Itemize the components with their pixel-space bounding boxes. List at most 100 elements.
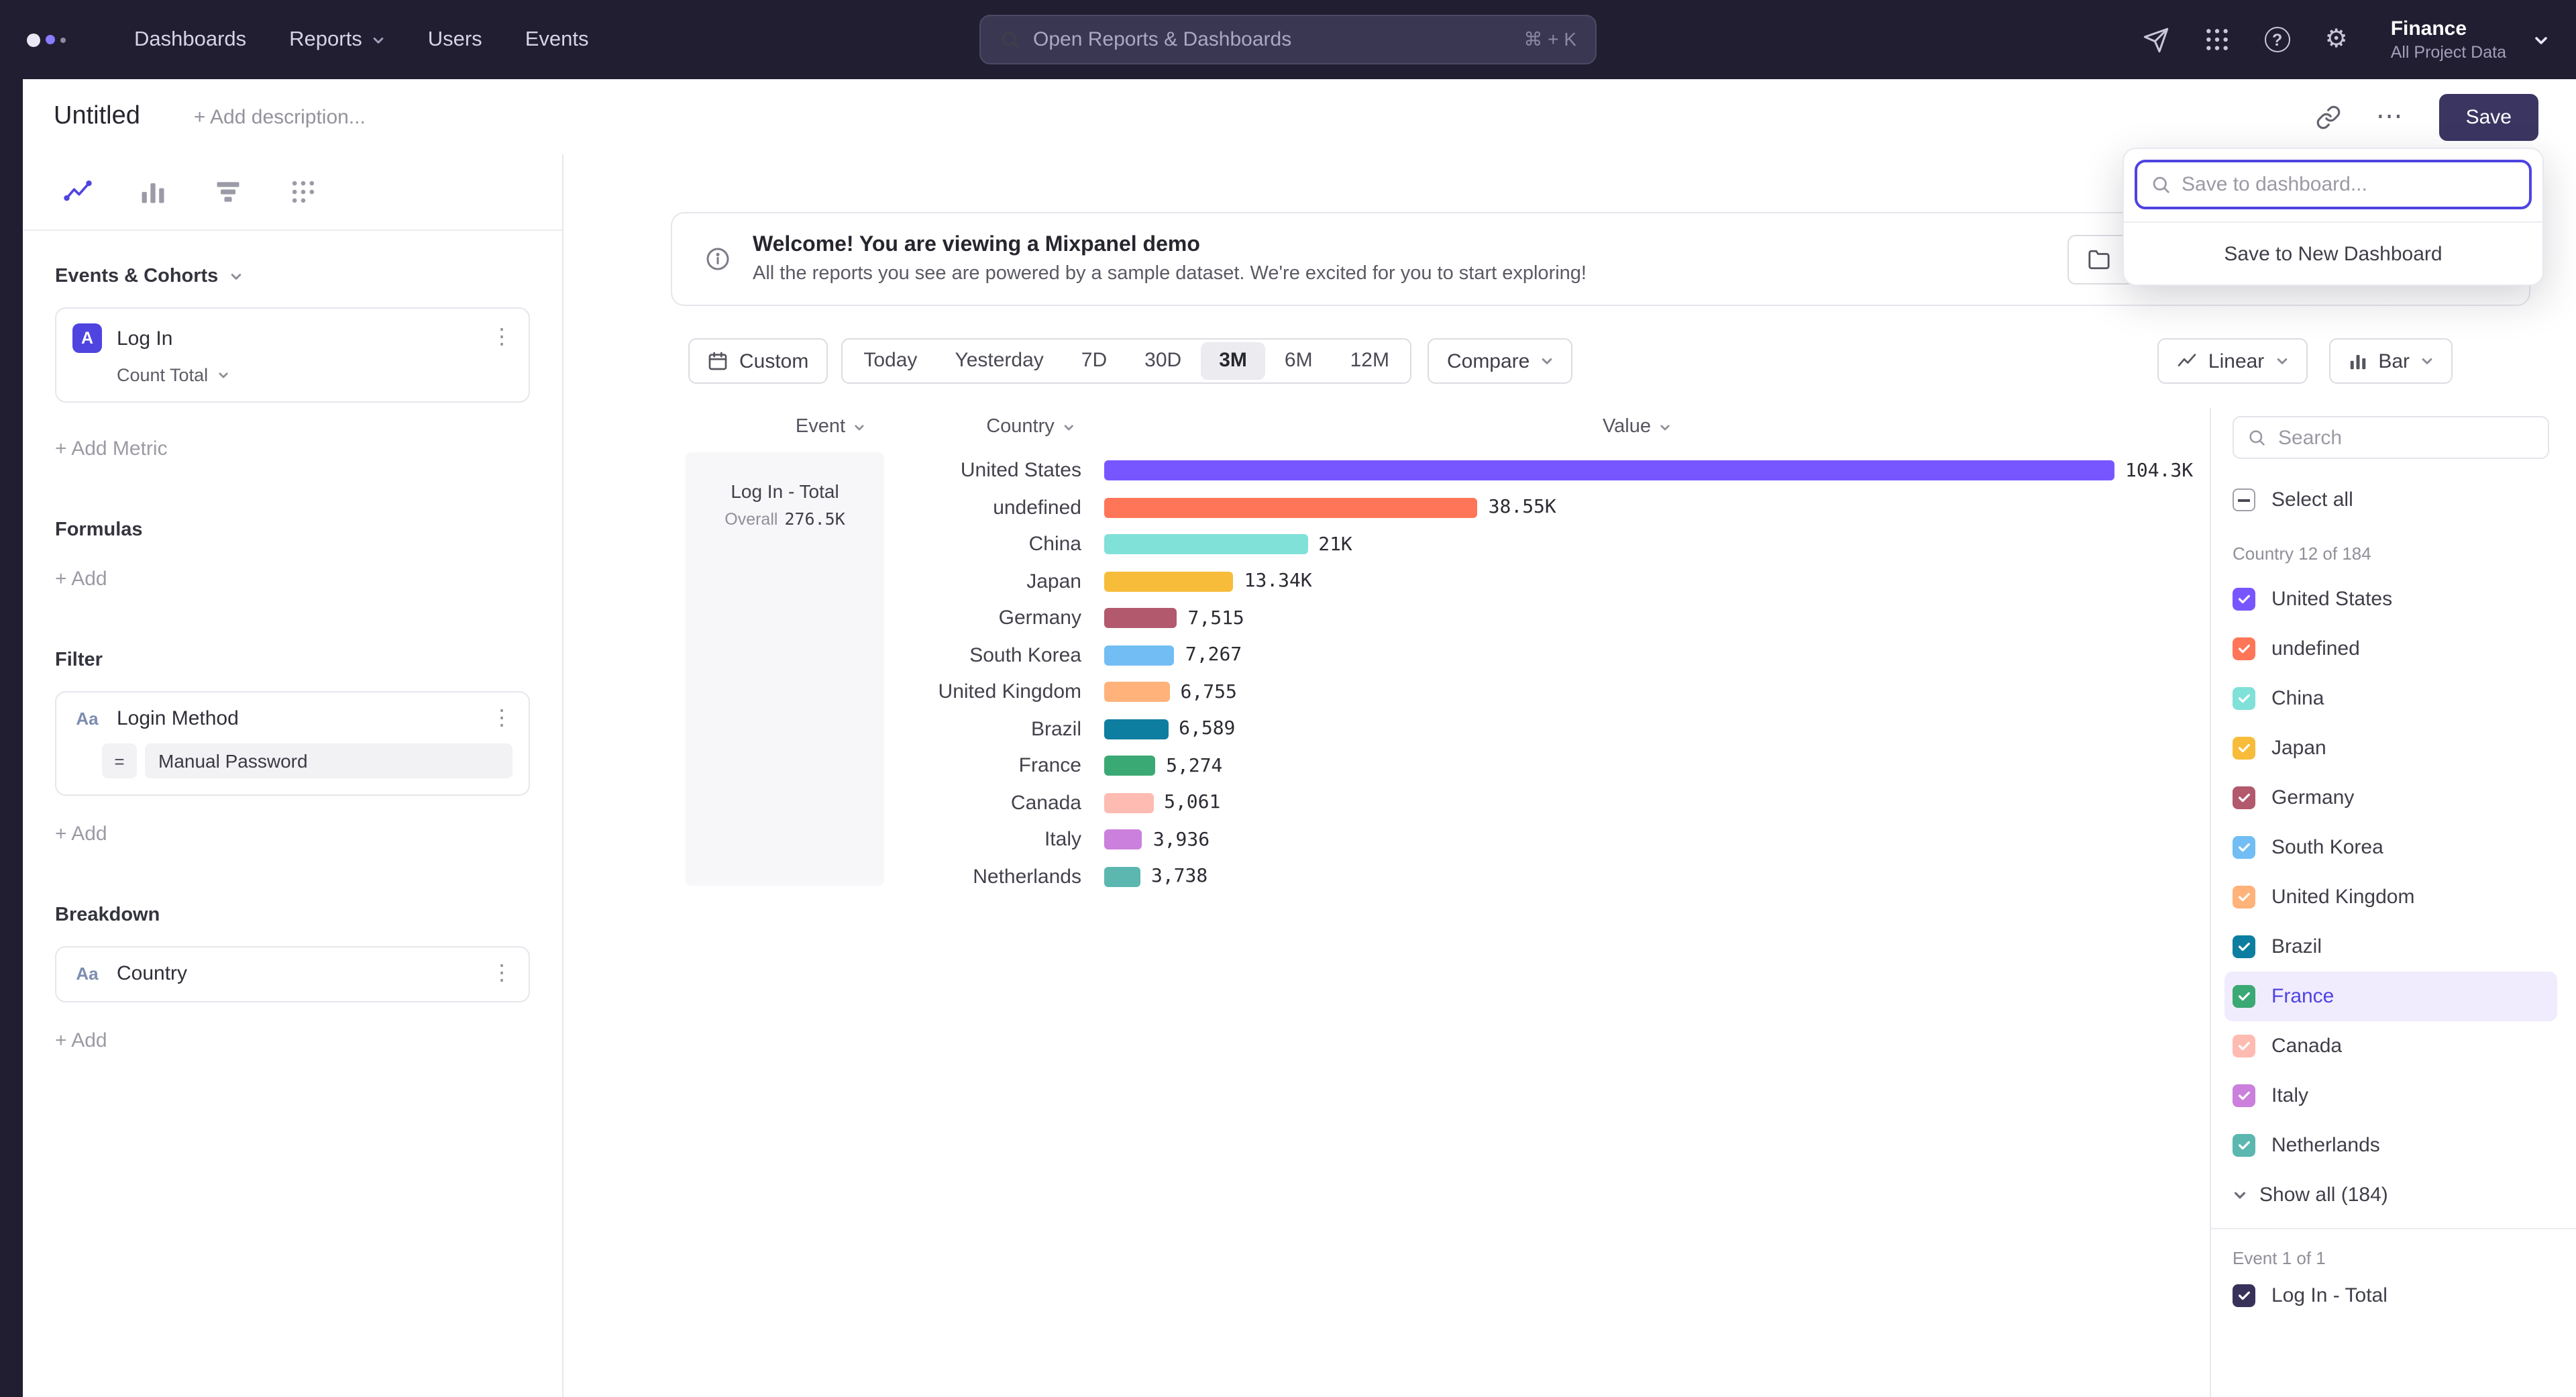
retention-grid-icon[interactable]	[288, 177, 318, 207]
add-formula-button[interactable]: + Add	[55, 568, 530, 590]
range-3m-selected[interactable]: 3M	[1200, 342, 1266, 380]
range-yesterday[interactable]: Yesterday	[936, 342, 1062, 380]
event-name[interactable]: Log In	[117, 327, 172, 350]
filter-property-name[interactable]: Login Method	[117, 707, 239, 730]
filter-card[interactable]: Aa Login Method ⋮ = Manual Password	[55, 691, 530, 796]
select-all-row[interactable]: Select all	[2233, 488, 2549, 511]
bar[interactable]	[1104, 535, 1307, 555]
legend-country-row[interactable]: China	[2224, 674, 2557, 723]
bar[interactable]	[1104, 609, 1177, 629]
save-to-new-dashboard-option[interactable]: Save to New Dashboard	[2124, 223, 2542, 284]
save-button[interactable]: Save	[2439, 93, 2538, 140]
bar-category-label[interactable]: Germany	[564, 607, 1081, 630]
bar-category-label[interactable]: Brazil	[564, 718, 1081, 741]
copy-link-icon[interactable]	[2316, 104, 2341, 130]
bar-category-label[interactable]: South Korea	[564, 644, 1081, 667]
bar[interactable]	[1104, 793, 1153, 813]
range-today[interactable]: Today	[845, 342, 936, 380]
country-checkbox[interactable]	[2233, 1035, 2255, 1057]
country-checkbox[interactable]	[2233, 935, 2255, 958]
legend-search-input[interactable]: Search	[2233, 416, 2549, 459]
events-cohorts-header[interactable]: Events & Cohorts	[55, 266, 530, 287]
kebab-menu-icon[interactable]: ⋮	[491, 327, 513, 349]
chart-type-selector[interactable]: Bar	[2328, 338, 2453, 384]
legend-country-row[interactable]: undefined	[2224, 624, 2557, 674]
country-checkbox[interactable]	[2233, 588, 2255, 611]
bar-chart-icon[interactable]	[138, 177, 168, 207]
legend-country-row[interactable]: Germany	[2224, 773, 2557, 823]
kebab-menu-icon[interactable]: ⋮	[491, 708, 513, 729]
breakdown-card[interactable]: Aa Country ⋮	[55, 946, 530, 1002]
country-checkbox[interactable]	[2233, 637, 2255, 660]
legend-country-row[interactable]: Italy	[2224, 1071, 2557, 1121]
range-7d[interactable]: 7D	[1063, 342, 1126, 380]
breakdown-property-name[interactable]: Country	[117, 962, 187, 985]
country-checkbox[interactable]	[2233, 836, 2255, 859]
country-checkbox[interactable]	[2233, 1084, 2255, 1107]
column-header-value[interactable]: Value	[1603, 416, 1671, 437]
add-metric-button[interactable]: + Add Metric	[55, 437, 530, 460]
country-checkbox[interactable]	[2233, 687, 2255, 710]
legend-country-row[interactable]: Canada	[2224, 1021, 2557, 1071]
global-search[interactable]: Open Reports & Dashboards ⌘ + K	[979, 15, 1597, 64]
bar-category-label[interactable]: United Kingdom	[564, 681, 1081, 704]
event-series-checkbox[interactable]	[2233, 1284, 2255, 1307]
bar[interactable]	[1104, 756, 1155, 776]
bar-category-label[interactable]: undefined	[564, 497, 1081, 519]
bar-category-label[interactable]: Netherlands	[564, 866, 1081, 888]
filter-value[interactable]: Manual Password	[145, 743, 513, 778]
chart-scale-selector[interactable]: Linear	[2157, 338, 2307, 384]
filter-operator[interactable]: =	[102, 743, 137, 778]
metric-card[interactable]: A Log In ⋮ Count Total	[55, 307, 530, 403]
nav-item-events[interactable]: Events	[525, 28, 589, 52]
nav-item-dashboards[interactable]: Dashboards	[134, 28, 246, 52]
mixpanel-logo-icon[interactable]	[27, 33, 86, 46]
bar[interactable]	[1104, 461, 2114, 481]
compare-button[interactable]: Compare	[1428, 338, 1572, 384]
bar[interactable]	[1104, 830, 1142, 850]
legend-country-row[interactable]: United Kingdom	[2224, 872, 2557, 922]
report-title[interactable]: Untitled	[54, 102, 140, 132]
add-filter-button[interactable]: + Add	[55, 823, 530, 845]
project-selector[interactable]: Finance All Project Data	[2391, 17, 2506, 62]
bar-category-label[interactable]: France	[564, 755, 1081, 778]
legend-country-row[interactable]: United States	[2224, 574, 2557, 624]
add-description[interactable]: + Add description...	[194, 105, 366, 128]
bar-category-label[interactable]: Canada	[564, 792, 1081, 815]
bar[interactable]	[1104, 498, 1478, 518]
legend-country-row[interactable]: Japan	[2224, 723, 2557, 773]
country-checkbox[interactable]	[2233, 886, 2255, 909]
apps-grid-icon[interactable]	[2204, 27, 2230, 52]
bar-category-label[interactable]: Italy	[564, 829, 1081, 851]
legend-event-row[interactable]: Log In - Total	[2233, 1284, 2549, 1307]
legend-country-row[interactable]: South Korea	[2224, 823, 2557, 872]
legend-country-row[interactable]: France	[2224, 972, 2557, 1021]
bar[interactable]	[1104, 572, 1234, 592]
country-checkbox[interactable]	[2233, 985, 2255, 1008]
range-12m[interactable]: 12M	[1332, 342, 1408, 380]
more-options-icon[interactable]: ⋯	[2376, 103, 2404, 130]
legend-country-row[interactable]: Brazil	[2224, 922, 2557, 972]
custom-date-button[interactable]: Custom	[688, 338, 827, 384]
bar[interactable]	[1104, 867, 1140, 887]
share-icon[interactable]	[2143, 26, 2169, 53]
select-all-checkbox[interactable]	[2233, 488, 2255, 511]
bar-category-label[interactable]: China	[564, 533, 1081, 556]
settings-gear-icon[interactable]: ⚙	[2325, 27, 2348, 52]
nav-item-users[interactable]: Users	[428, 28, 482, 52]
legend-country-row[interactable]: Netherlands	[2224, 1121, 2557, 1170]
country-checkbox[interactable]	[2233, 786, 2255, 809]
bar[interactable]	[1104, 645, 1175, 666]
kebab-menu-icon[interactable]: ⋮	[491, 963, 513, 984]
show-all-button[interactable]: Show all (184)	[2233, 1184, 2549, 1206]
bar-category-label[interactable]: Japan	[564, 570, 1081, 593]
aggregation-selector[interactable]: Count Total	[117, 365, 513, 385]
bar[interactable]	[1104, 719, 1168, 739]
bar[interactable]	[1104, 682, 1170, 703]
range-30d[interactable]: 30D	[1126, 342, 1200, 380]
column-header-country[interactable]: Country	[986, 416, 1075, 437]
project-chevron-down-icon[interactable]	[2533, 32, 2549, 48]
nav-item-reports[interactable]: Reports	[289, 28, 385, 52]
help-icon[interactable]	[2265, 27, 2290, 52]
funnel-icon[interactable]	[213, 177, 243, 207]
